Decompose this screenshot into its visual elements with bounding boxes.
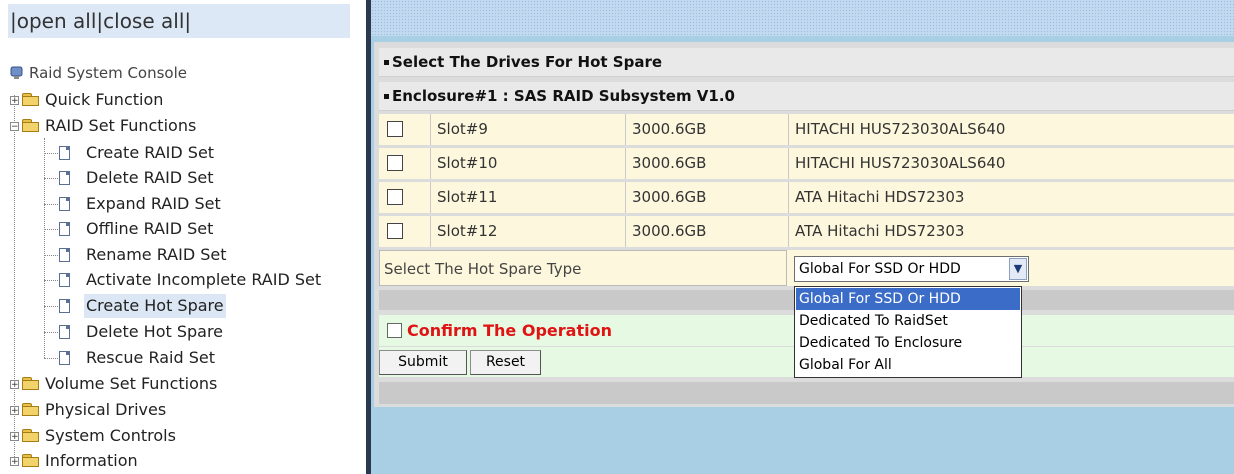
tree-item-rescue-raid-set[interactable]: Rescue Raid Set (0, 346, 360, 370)
tree-folder-volume-set-functions[interactable]: + Volume Set Functions (0, 372, 360, 396)
dropdown-option[interactable]: Dedicated To RaidSet (796, 310, 1020, 332)
drive-row: Slot#10 3000.6GB HITACHI HUS723030ALS640 (379, 148, 1234, 179)
folder-icon (22, 377, 40, 390)
dropdown-option[interactable]: Dedicated To Enclosure (796, 332, 1020, 354)
drive-size: 3000.6GB (626, 182, 789, 213)
folder-open-icon (22, 119, 40, 132)
tree-item-activate-incomplete-raid-set[interactable]: Activate Incomplete RAID Set (0, 268, 360, 292)
tree-item-offline-raid-set[interactable]: Offline RAID Set (0, 217, 360, 241)
hot-spare-type-select[interactable]: Global For SSD Or HDD ▼ (794, 256, 1029, 282)
navigation-tree-panel: |open all|close all| Raid System Console… (0, 0, 366, 474)
reset-button[interactable]: Reset (470, 350, 541, 375)
dropdown-option[interactable]: Global For SSD Or HDD (796, 288, 1020, 310)
dropdown-option[interactable]: Global For All (796, 354, 1020, 376)
drive-model: HITACHI HUS723030ALS640 (795, 120, 1006, 138)
drive-size: 3000.6GB (626, 148, 789, 179)
tree-folder-physical-drives[interactable]: + Physical Drives (0, 398, 360, 422)
folder-icon (22, 429, 40, 442)
folder-icon (22, 403, 40, 416)
drive-model: HITACHI HUS723030ALS640 (795, 154, 1006, 172)
page-icon (59, 273, 70, 287)
drive-slot: Slot#12 (431, 216, 626, 247)
tree-folder-quick-function[interactable]: + Quick Function (0, 88, 360, 112)
tree-item-delete-hot-spare[interactable]: Delete Hot Spare (0, 320, 360, 344)
folder-icon (22, 93, 40, 106)
drive-size: 3000.6GB (626, 216, 789, 247)
page-icon (59, 299, 70, 313)
folder-icon (22, 454, 40, 467)
submit-button[interactable]: Submit (379, 350, 467, 375)
tree-item-expand-raid-set[interactable]: Expand RAID Set (0, 192, 360, 216)
page-icon (59, 248, 70, 262)
expand-plus-icon[interactable]: + (10, 432, 19, 442)
hot-spare-type-row: Select The Hot Spare Type Global For SSD… (379, 250, 1234, 286)
expand-plus-icon[interactable]: + (10, 457, 19, 467)
drive-model: ATA Hitachi HDS72303 (795, 222, 965, 240)
tree-item-create-hot-spare[interactable]: Create Hot Spare (0, 294, 360, 318)
expand-plus-icon[interactable]: + (10, 380, 19, 390)
drive-slot: Slot#10 (431, 148, 626, 179)
hot-spare-type-dropdown: Global For SSD Or HDD Dedicated To RaidS… (794, 286, 1022, 378)
content-frame: Select The Drives For Hot Spare Enclosur… (371, 0, 1234, 474)
drive-checkbox[interactable] (387, 155, 403, 171)
footer-bar (379, 382, 1234, 404)
drive-slot: Slot#9 (431, 114, 626, 145)
expand-plus-icon[interactable]: + (10, 96, 19, 106)
page-icon (59, 171, 70, 185)
tree-item-delete-raid-set[interactable]: Delete RAID Set (0, 166, 360, 190)
drive-model: ATA Hitachi HDS72303 (795, 188, 965, 206)
drive-row: Slot#9 3000.6GB HITACHI HUS723030ALS640 (379, 114, 1234, 145)
tree-folder-system-controls[interactable]: + System Controls (0, 424, 360, 448)
section-title: Select The Drives For Hot Spare (379, 48, 1234, 77)
enclosure-header: Enclosure#1 : SAS RAID Subsystem V1.0 (379, 82, 1234, 111)
drive-slot: Slot#11 (431, 182, 626, 213)
drive-checkbox[interactable] (387, 223, 403, 239)
tree-root[interactable]: Raid System Console (0, 61, 360, 85)
close-all-link[interactable]: close all (103, 9, 184, 33)
collapse-minus-icon[interactable]: − (10, 122, 19, 132)
hot-spare-type-label: Select The Hot Spare Type (379, 250, 787, 286)
drive-size: 3000.6GB (626, 114, 789, 145)
drive-row: Slot#12 3000.6GB ATA Hitachi HDS72303 (379, 216, 1234, 247)
open-all-link[interactable]: open all (17, 9, 97, 33)
chevron-down-icon[interactable]: ▼ (1009, 258, 1027, 280)
page-icon (59, 325, 70, 339)
confirm-checkbox[interactable] (387, 323, 402, 338)
page-icon (59, 197, 70, 211)
header-strip (371, 0, 1234, 36)
open-close-bar: |open all|close all| (8, 4, 350, 38)
tree-item-rename-raid-set[interactable]: Rename RAID Set (0, 243, 360, 267)
drive-checkbox[interactable] (387, 121, 403, 137)
confirm-label: Confirm The Operation (407, 321, 612, 340)
drive-row: Slot#11 3000.6GB ATA Hitachi HDS72303 (379, 182, 1234, 213)
drive-checkbox[interactable] (387, 189, 403, 205)
tree-folder-raid-set-functions[interactable]: − RAID Set Functions (0, 114, 360, 138)
page-icon (59, 146, 70, 160)
page-icon (59, 351, 70, 365)
tree-folder-information[interactable]: + Information (0, 449, 360, 473)
expand-plus-icon[interactable]: + (10, 406, 19, 416)
tree-item-create-raid-set[interactable]: Create RAID Set (0, 141, 360, 165)
page-icon (59, 222, 70, 236)
